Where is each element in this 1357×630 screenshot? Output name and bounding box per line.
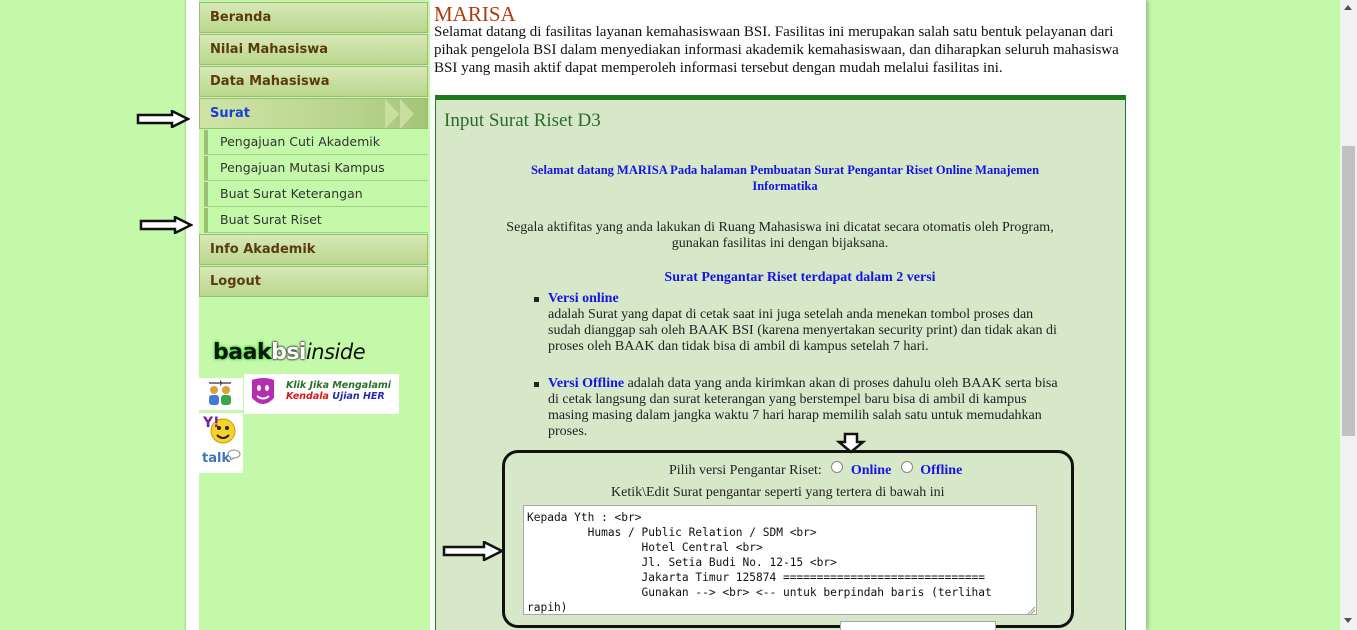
her-banner[interactable]: Klik Jika Mengalami Kendala Ujian HER [244,374,399,414]
intro-text: Selamat datang di fasilitas layanan kema… [434,24,1119,76]
annotation-arrow-icon [442,541,504,561]
talk-label: talk [202,451,231,466]
vertical-scrollbar[interactable] [1340,0,1357,630]
her-banner-line2: Kendala [286,391,329,402]
offline-version-title: Versi Offline [548,376,625,391]
radio-offline-label[interactable]: Offline [920,463,962,478]
scroll-up-icon[interactable] [1344,5,1352,10]
yahoo-smiley-icon: Y! [202,415,236,444]
her-banner-line1: Klik Jika Mengalami [286,380,392,391]
logo-part-bsi: bsi [271,340,306,365]
svg-text:Y!: Y! [202,415,220,431]
logo-part-inside: inside [305,340,366,364]
menu-surat[interactable]: Surat [199,98,428,129]
versions-heading: Surat Pengantar Riset terdapat dalam 2 v… [664,270,936,285]
bullet [534,297,539,302]
menu-nilai-mahasiswa[interactable]: Nilai Mahasiswa [199,34,428,65]
radio-offline[interactable] [900,461,913,473]
logo-part-baak: baak [213,340,272,365]
menu-beranda[interactable]: Beranda [199,2,428,33]
letter-textarea[interactable]: Kepada Yth : <br> Humas / Public Relatio… [523,505,1037,615]
resize-handle-icon[interactable] [1027,606,1036,615]
baak-bsi-logo[interactable]: baakbsiinside [213,340,366,365]
annotation-arrow-icon [136,110,190,128]
offline-version-desc: adalah data yang anda kirimkan akan di p… [548,376,1058,439]
radio-online[interactable] [831,461,844,473]
yahoo-chat-badge[interactable]: Y! talk [199,413,243,473]
bullet [534,382,539,387]
offline-version-info: Versi Offline adalah data yang anda kiri… [548,376,1064,440]
online-version-title: Versi online [548,291,619,306]
online-version-info: Versi online adalah Surat yang dapat di … [548,291,1060,355]
submenu-pengajuan-cuti[interactable]: Pengajuan Cuti Akademik [204,130,428,155]
radio-online-label[interactable]: Online [851,463,891,478]
her-banner-line3: Ujian HER [332,391,385,402]
submenu-surat-riset[interactable]: Buat Surat Riset [204,208,428,233]
chat-bubble-icon [227,449,241,461]
menu-info-akademik[interactable]: Info Akademik [199,234,428,265]
annotation-arrow-icon [139,216,193,234]
chevron-right-icon [400,99,414,129]
users-icon[interactable] [199,378,243,410]
edit-instruction: Ketik\Edit Surat pengantar seperti yang … [611,485,945,500]
smiley-face-icon [252,378,274,404]
sidebar: Beranda Nilai Mahasiswa Data Mahasiswa S… [199,0,430,630]
submenu-pengajuan-mutasi[interactable]: Pengajuan Mutasi Kampus [204,156,428,181]
welcome-message: Selamat datang MARISA Pada halaman Pembu… [530,163,1040,193]
next-input-field[interactable] [840,621,996,630]
panel-title: Input Surat Riset D3 [444,110,601,131]
menu-surat-label: Surat [210,106,251,121]
menu-data-mahasiswa[interactable]: Data Mahasiswa [199,66,428,97]
online-version-desc: adalah Surat yang dapat di cetak saat in… [548,307,1057,354]
scrollbar-thumb[interactable] [1342,146,1355,436]
activity-notice: Segala aktifitas yang anda lakukan di Ru… [506,220,1054,251]
chevron-right-icon [385,99,399,129]
scroll-down-icon[interactable] [1344,618,1352,623]
version-prompt: Pilih versi Pengantar Riset: [669,463,822,478]
menu-logout[interactable]: Logout [199,266,428,297]
annotation-arrow-icon [836,432,866,454]
submenu-surat-keterangan[interactable]: Buat Surat Keterangan [204,182,428,207]
version-selector: Pilih versi Pengantar Riset: Online Offl… [669,461,962,479]
